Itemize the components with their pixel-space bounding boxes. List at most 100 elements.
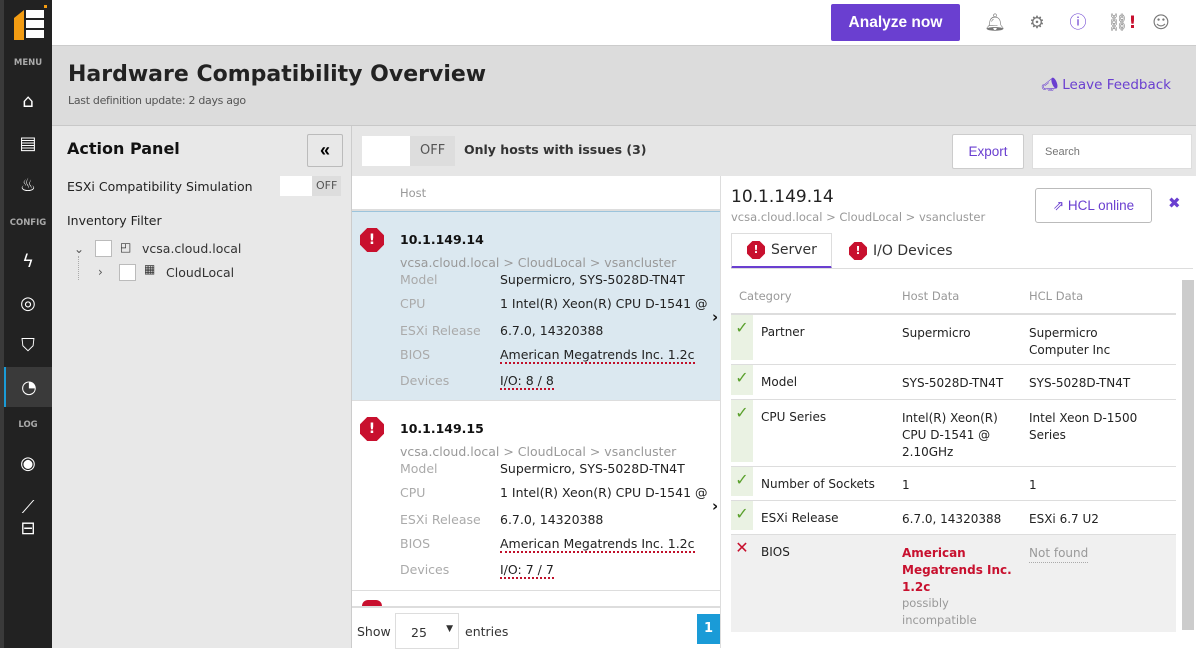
row-category: Partner: [761, 325, 805, 339]
value-esxi: 6.7.0, 14320388: [500, 323, 604, 338]
value-model: Supermicro, SYS-5028D-TN4T: [500, 461, 685, 476]
check-icon: ✓: [731, 315, 753, 360]
page-size-select[interactable]: 25 ▼: [395, 613, 459, 649]
entries-label: entries: [465, 624, 509, 639]
row-category: ESXi Release: [761, 511, 839, 525]
table-row: ✕ BIOS American Megatrends Inc. 1.2c pos…: [731, 535, 1176, 632]
value-devices[interactable]: I/O: 8 / 8: [500, 373, 554, 390]
export-button[interactable]: Export: [952, 134, 1024, 169]
tree-checkbox-cloudlocal[interactable]: [119, 264, 136, 281]
eye-icon[interactable]: ◉: [4, 443, 52, 483]
chevron-down-icon[interactable]: ⌄: [74, 242, 84, 256]
page-header: Hardware Compatibility Overview Last def…: [52, 46, 1196, 126]
label-bios: BIOS: [400, 536, 431, 551]
row-hcl-data: Supermicro Computer Inc: [1029, 326, 1111, 357]
collapse-panel-button[interactable]: «: [307, 134, 343, 167]
help-icon[interactable]: ⓘ: [1065, 10, 1091, 36]
table-row: ✓ Partner Supermicro Supermicro Computer In…: [731, 315, 1176, 365]
label-model: Model: [400, 461, 438, 476]
logo: [10, 4, 48, 40]
row-host-data: SYS-5028D-TN4T: [902, 376, 1004, 390]
host-list: Host ! 10.1.149.14 vcsa.cloud.local > Cl…: [352, 176, 720, 649]
value-cpu: 1 Intel(R) Xeon(R) CPU D-1541 @: [500, 485, 708, 500]
hcl-online-label: HCL online: [1067, 197, 1135, 213]
show-label: Show: [357, 624, 391, 639]
gear-icon[interactable]: ⚙: [1024, 10, 1050, 36]
error-icon: !: [849, 242, 867, 260]
tree-checkbox-vcsa[interactable]: [95, 240, 112, 257]
home-icon[interactable]: ⌂: [4, 81, 52, 121]
vcenter-icon: ◰: [120, 240, 132, 254]
leave-feedback-link[interactable]: 📣︎ Leave Feedback: [1041, 77, 1171, 93]
x-icon: ✕: [735, 538, 749, 557]
simulation-label: ESXi Compatibility Simulation: [67, 179, 253, 194]
error-icon: !: [747, 241, 765, 259]
value-esxi: 6.7.0, 14320388: [500, 512, 604, 527]
issues-toggle[interactable]: OFF: [362, 136, 456, 166]
chevron-right-icon[interactable]: ›: [712, 497, 718, 515]
label-devices: Devices: [400, 562, 450, 577]
host-row[interactable]: ! 10.1.149.15 vcsa.cloud.local > CloudLo…: [352, 401, 720, 591]
column-category: Category: [739, 289, 792, 303]
table-row: ✓ Number of Sockets 1 1: [731, 467, 1176, 501]
table-row: ✓ CPU Series Intel(R) Xeon(R) CPU D-1541 @…: [731, 400, 1176, 467]
tree-item-vcsa[interactable]: vcsa.cloud.local: [142, 241, 241, 256]
link-alert-icon[interactable]: ⛓!: [1107, 10, 1136, 36]
tree-item-cloudlocal[interactable]: CloudLocal: [166, 265, 234, 280]
host-detail-panel: 10.1.149.14 vcsa.cloud.local > CloudLoca…: [720, 176, 1196, 648]
action-panel-title: Action Panel: [67, 139, 180, 158]
bell-icon[interactable]: 🔔︎: [982, 10, 1008, 36]
close-icon[interactable]: ✖: [1168, 194, 1181, 212]
user-icon[interactable]: ☺: [1148, 10, 1174, 36]
fire-icon[interactable]: ♨: [4, 165, 52, 205]
dropdown-arrow-icon: ▼: [446, 624, 453, 634]
chevron-right-icon[interactable]: ›: [98, 265, 103, 279]
value-cpu: 1 Intel(R) Xeon(R) CPU D-1541 @: [500, 296, 708, 311]
value-devices[interactable]: I/O: 7 / 7: [500, 562, 554, 579]
analyze-now-button[interactable]: Analyze now: [831, 4, 960, 41]
tree-line: [78, 256, 79, 280]
label-devices: Devices: [400, 373, 450, 388]
action-panel: Action Panel « ESXi Compatibility Simula…: [52, 126, 352, 648]
filter-bar: OFF Only hosts with issues (3) Export: [352, 126, 1196, 176]
bolt-icon[interactable]: ϟ: [4, 241, 52, 281]
tab-io-devices[interactable]: ! I/O Devices: [849, 233, 953, 269]
tab-label: I/O Devices: [873, 243, 953, 259]
column-hcl-data: HCL Data: [1029, 289, 1084, 303]
page-1-button[interactable]: 1: [697, 614, 720, 644]
value-bios[interactable]: American Megatrends Inc. 1.2c: [500, 536, 695, 553]
book-icon[interactable]: ▤: [4, 123, 52, 163]
row-category: CPU Series: [761, 410, 827, 424]
check-icon: ✓: [731, 400, 753, 462]
simulation-toggle[interactable]: OFF: [280, 176, 342, 196]
column-host[interactable]: Host: [400, 186, 426, 200]
search-input[interactable]: [1032, 134, 1192, 169]
compass-icon[interactable]: ◎: [4, 283, 52, 323]
value-model: Supermicro, SYS-5028D-TN4T: [500, 272, 685, 287]
chevron-right-icon[interactable]: ›: [712, 308, 718, 326]
row-hcl-data[interactable]: Not found: [1029, 545, 1089, 563]
scrollbar[interactable]: [1182, 280, 1194, 630]
section-config: CONFIG: [9, 218, 47, 228]
row-host-data: Supermicro: [902, 326, 971, 340]
label-model: Model: [400, 272, 438, 287]
issues-filter-label: Only hosts with issues (3): [464, 142, 647, 157]
value-bios[interactable]: American Megatrends Inc. 1.2c: [500, 347, 695, 364]
section-menu: MENU: [13, 58, 43, 68]
last-update: Last definition update: 2 days ago: [68, 94, 246, 107]
page-title: Hardware Compatibility Overview: [68, 62, 487, 87]
inventory-filter-label: Inventory Filter: [67, 213, 162, 228]
host-row[interactable]: ! 10.1.149.14 vcsa.cloud.local > CloudLo…: [352, 211, 720, 401]
row-host-data: 6.7.0, 14320388: [902, 512, 1002, 526]
label-bios: BIOS: [400, 347, 431, 362]
gauge-icon[interactable]: ◔: [4, 367, 52, 407]
host-path: vcsa.cloud.local > CloudLocal > vsanclus…: [400, 255, 677, 270]
inbox-icon[interactable]: ⊟: [4, 508, 52, 548]
tab-server[interactable]: ! Server: [731, 233, 832, 269]
check-icon: ✓: [731, 365, 753, 395]
row-hcl-data: Intel Xeon D-1500 Series: [1029, 411, 1138, 442]
check-icon: ✓: [731, 467, 753, 496]
hcl-online-button[interactable]: ⇗ HCL online: [1035, 188, 1152, 223]
shield-icon[interactable]: ⛉: [4, 325, 52, 365]
host-path: vcsa.cloud.local > CloudLocal > vsanclus…: [400, 444, 677, 459]
